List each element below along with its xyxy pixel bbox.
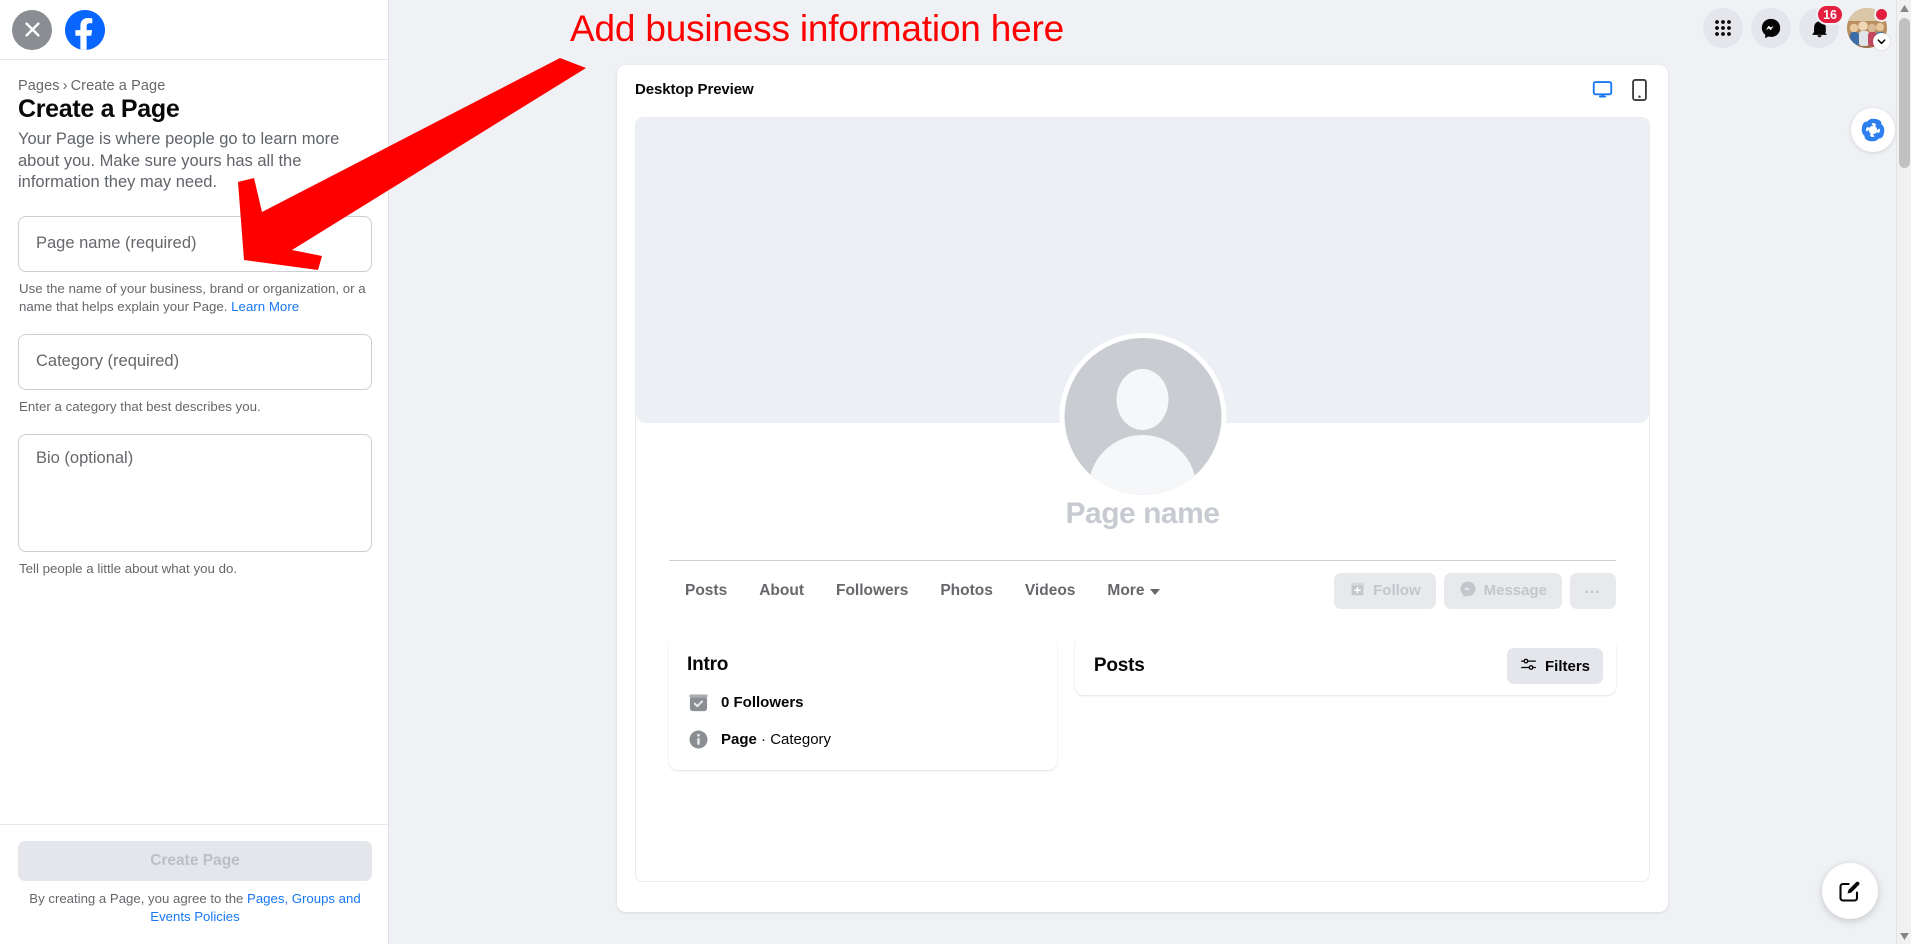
category-field[interactable]: Category (required) (18, 333, 372, 390)
intro-card-title: Intro (687, 654, 729, 675)
intro-category-text: Page · Category (721, 731, 831, 748)
desktop-preview-panel: Desktop Preview Page name Posts About Fo… (617, 65, 1668, 912)
avatar-status-dot (1874, 7, 1889, 22)
category-helper: Enter a category that best describes you… (19, 398, 371, 416)
category-input[interactable] (19, 334, 371, 389)
filters-label: Filters (1544, 657, 1590, 675)
messenger-icon[interactable] (1751, 8, 1791, 48)
terms-text: By creating a Page, you agree to the Pag… (18, 890, 372, 926)
close-icon[interactable] (12, 9, 52, 50)
desktop-monitor-icon[interactable] (1592, 79, 1613, 100)
message-button[interactable]: Message (1443, 572, 1562, 609)
breadcrumb-separator: › (62, 78, 68, 94)
bell-icon[interactable]: 16 (1799, 4, 1844, 48)
facebook-logo-icon[interactable] (65, 9, 105, 50)
page-name-helper: Use the name of your business, brand or … (19, 280, 371, 316)
bio-textarea[interactable] (19, 434, 371, 551)
category-word: · Category (756, 730, 832, 748)
preview-tabs: Posts About Followers Photos Videos More (669, 575, 1176, 607)
followers-check-icon (687, 691, 709, 713)
default-avatar-icon (1059, 333, 1226, 500)
page-name-helper-text: Use the name of your business, brand or … (19, 280, 366, 314)
tab-posts[interactable]: Posts (669, 575, 743, 607)
filters-button[interactable]: Filters (1506, 648, 1603, 684)
bio-helper-text: Tell people a little about what you do. (19, 560, 238, 576)
preview-tabs-row: Posts About Followers Photos Videos More (669, 560, 1616, 620)
breadcrumb: Pages › Create a Page (18, 78, 370, 94)
app-root: Pages › Create a Page Create a Page Your P… (0, 0, 1911, 944)
intro-followers-text: 0 Followers (721, 694, 804, 711)
avatar[interactable] (1847, 7, 1890, 50)
preview-page-name: Page name (1065, 497, 1220, 530)
preview-action-buttons: Follow Message … (1334, 572, 1616, 609)
sliders-filter-icon (1520, 656, 1537, 677)
posts-card-title: Posts (1093, 655, 1145, 676)
posts-card: Posts Filters (1074, 637, 1616, 695)
intro-row-followers: 0 Followers (687, 691, 1039, 713)
tab-followers[interactable]: Followers (820, 575, 924, 607)
sidebar-content: Pages › Create a Page Create a Page Your P… (0, 60, 388, 578)
tab-posts-label: Posts (685, 581, 728, 599)
followers-label: Followers (729, 693, 804, 711)
breadcrumb-current: Create a Page (70, 78, 166, 94)
bio-field[interactable]: Bio (optional) (18, 433, 372, 552)
chevron-down-icon (1150, 588, 1161, 595)
grid-apps-icon[interactable] (1703, 8, 1743, 48)
preview-page-mock: Page name Posts About Followers Photos V… (635, 117, 1650, 882)
page-word: Page (721, 730, 757, 748)
page-title: Create a Page (18, 95, 180, 123)
tab-videos[interactable]: Videos (1009, 575, 1092, 607)
preview-header: Desktop Preview (617, 65, 1668, 114)
mobile-phone-icon[interactable] (1631, 78, 1648, 101)
message-label: Message (1483, 582, 1547, 599)
more-dots-icon: … (1583, 578, 1603, 597)
create-page-button[interactable]: Create Page (18, 841, 372, 881)
follow-label: Follow (1373, 582, 1421, 599)
preview-title: Desktop Preview (635, 81, 754, 98)
more-options-button[interactable]: … (1570, 572, 1616, 609)
tab-about-label: About (759, 581, 804, 599)
follow-button[interactable]: Follow (1334, 572, 1436, 609)
intro-card: Intro 0 Followers Page · Category (669, 637, 1057, 770)
follow-plus-icon (1349, 580, 1366, 601)
scrollbar-thumb[interactable] (1899, 18, 1910, 168)
tab-photos[interactable]: Photos (924, 575, 1009, 607)
scroll-down-arrow-icon[interactable] (1897, 928, 1911, 944)
header-icon-group: 16 (1703, 4, 1890, 50)
page-name-input[interactable] (19, 216, 371, 271)
tab-photos-label: Photos (940, 581, 993, 599)
page-description: Your Page is where people go to learn mo… (18, 130, 340, 191)
category-helper-text: Enter a category that best describes you… (19, 398, 261, 414)
tab-videos-label: Videos (1024, 581, 1076, 599)
tab-about[interactable]: About (743, 575, 820, 607)
breadcrumb-parent[interactable]: Pages (18, 78, 60, 94)
terms-prefix: By creating a Page, you agree to the (29, 891, 248, 906)
scrollbar[interactable] (1896, 0, 1911, 944)
blue-spiral-extension-icon[interactable] (1851, 108, 1895, 152)
tab-followers-label: Followers (835, 581, 909, 599)
scroll-up-arrow-icon[interactable] (1897, 0, 1911, 16)
preview-body-columns: Intro 0 Followers Page · Category Posts … (669, 637, 1616, 770)
sidebar-header (0, 0, 388, 60)
tab-more-label: More (1107, 581, 1145, 599)
annotation-text: Add business information here (570, 8, 1064, 49)
cover-photo-placeholder (636, 118, 1649, 500)
page-name-field[interactable]: Page name (required) (18, 215, 372, 272)
learn-more-link[interactable]: Learn More (231, 299, 299, 314)
preview-device-toggle (1592, 78, 1648, 101)
compose-pencil-icon[interactable] (1822, 863, 1878, 919)
create-page-sidebar: Pages › Create a Page Create a Page Your P… (0, 0, 389, 944)
tab-more[interactable]: More (1091, 575, 1176, 607)
chevron-down-icon[interactable] (1873, 33, 1890, 50)
intro-row-category: Page · Category (687, 728, 1039, 750)
messenger-icon (1459, 580, 1477, 602)
notification-badge: 16 (1816, 4, 1844, 25)
sidebar-footer: Create Page By creating a Page, you agre… (0, 824, 388, 944)
bio-helper: Tell people a little about what you do. (19, 560, 371, 578)
info-circle-icon (687, 728, 709, 750)
